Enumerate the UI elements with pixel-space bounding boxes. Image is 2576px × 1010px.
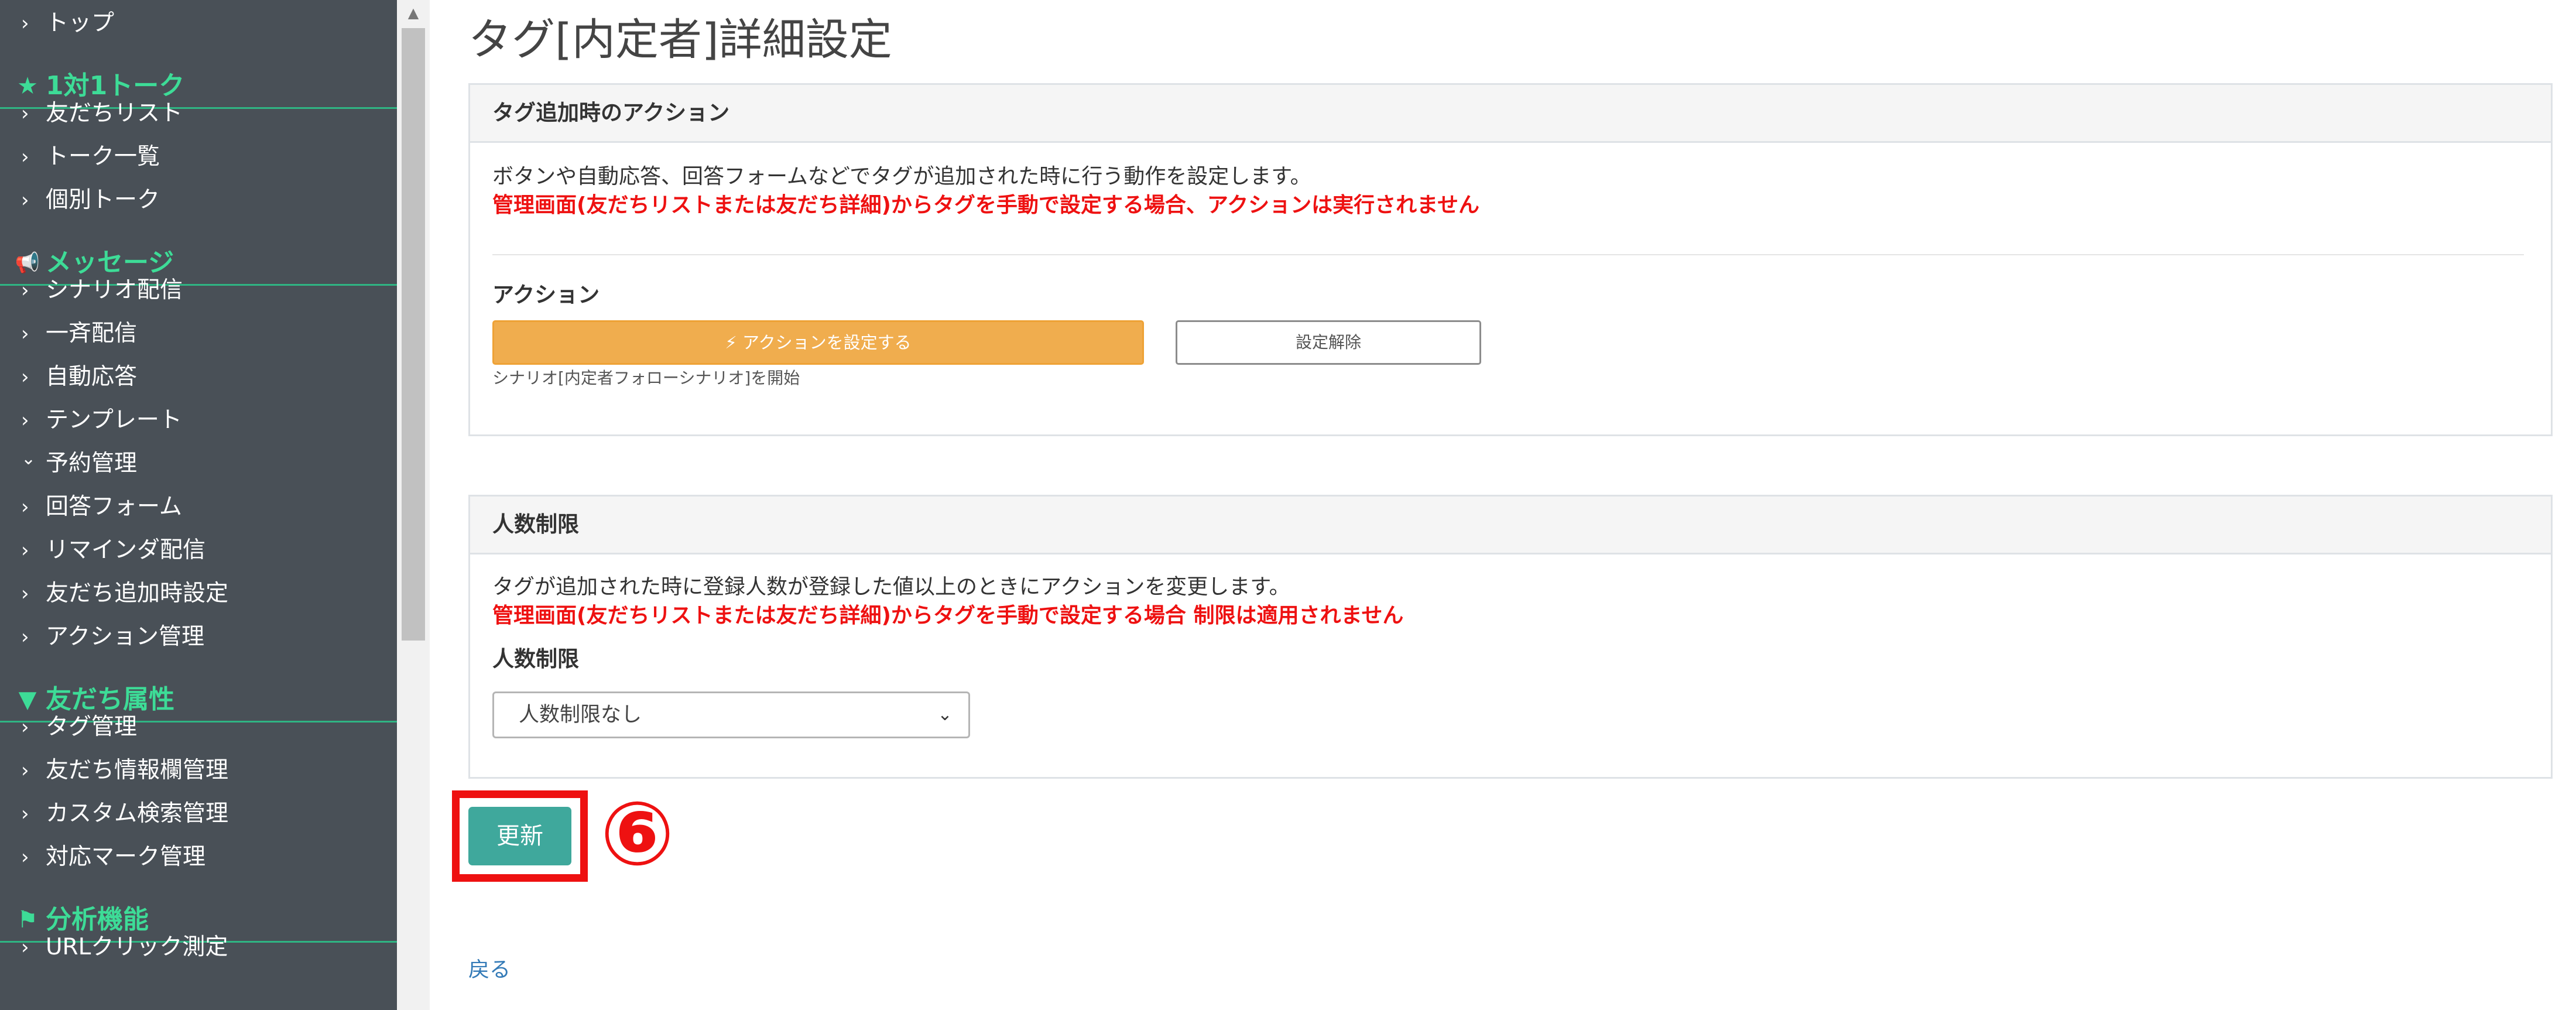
sidebar-item-9[interactable]: › テンプレート [0,402,397,439]
sidebar-label: 自動応答 [46,364,138,390]
sidebar-label: トーク一覧 [46,143,160,170]
limit-warning: 管理画面(友だちリストまたは友だち詳細)からタグを手動で設定する場合 制限は適用… [492,604,1404,628]
sidebar-item-18[interactable]: › カスタム検索管理 [0,796,397,832]
chevron-right-icon: › [21,495,29,519]
sidebar-item-7[interactable]: › 一斉配信 [0,316,397,352]
sidebar-label: アクション管理 [46,624,205,650]
sidebar-label: 回答フォーム [46,494,182,520]
set-action-button[interactable]: ⚡ アクションを設定する [492,320,1144,365]
chevron-right-icon: › [21,802,29,826]
main-content: タグ[内定者]詳細設定 タグ追加時のアクション ボタンや自動応答、回答フォームな… [430,0,2576,1010]
sidebar-label: 友だちリスト [46,100,183,126]
sidebar-label: テンプレート [46,407,182,433]
scrollbar[interactable]: ▲ [397,0,430,1010]
chevron-down-icon: ⌄ [21,448,36,469]
scroll-up-arrow-icon[interactable]: ▲ [397,0,430,26]
sidebar-item-0[interactable]: › トップ [0,5,397,42]
chevron-down-icon: ⌄ [937,704,953,725]
action-description: ボタンや自動応答、回答フォームなどでタグが追加された時に行う動作を設定します。 [492,165,1311,189]
chevron-right-icon: › [21,189,29,212]
limit-description: タグが追加された時に登録人数が登録した値以上のときにアクションを変更します。 [492,575,1290,599]
bolt-icon: ⚡ [725,333,737,352]
action-card-header: タグ追加時のアクション [470,85,2551,143]
action-card: タグ追加時のアクション ボタンや自動応答、回答フォームなどでタグが追加された時に… [468,83,2553,436]
chevron-right-icon: › [21,759,29,782]
action-warning: 管理画面(友だちリストまたは友だち詳細)からタグを手動で設定する場合、アクション… [492,193,1480,217]
chevron-right-icon: › [21,322,29,345]
sidebar-label: リマインダ配信 [46,537,206,563]
sidebar-item-6[interactable]: › シナリオ配信 [0,272,397,309]
sidebar-label: URLクリック測定 [46,934,228,960]
sidebar-item-10[interactable]: ⌄ 予約管理 [0,446,397,482]
sidebar-item-3[interactable]: › トーク一覧 [0,139,397,175]
action-label: アクション [492,282,600,307]
back-link[interactable]: 戻る [468,956,511,985]
sidebar-item-2[interactable]: › 友だちリスト [0,95,397,132]
sidebar-item-4[interactable]: › 個別トーク [0,182,397,218]
sidebar-label: 予約管理 [46,450,138,477]
page-title: タグ[内定者]詳細設定 [468,15,892,65]
chevron-right-icon: › [21,279,29,302]
sidebar-label: タグ管理 [46,714,138,740]
chevron-right-icon: › [21,12,29,35]
sidebar-item-17[interactable]: › 友だち情報欄管理 [0,752,397,789]
sidebar-label: 個別トーク [46,187,160,213]
sidebar-label: 友だち追加時設定 [46,580,229,607]
sidebar: › トップ ★ 1対1トーク › 友だちリスト › トーク一覧 › 個別トーク 📢 メッセージ › シナリ… [0,0,397,1010]
limit-card-header: 人数制限 [470,497,2551,554]
clear-setting-button[interactable]: 設定解除 [1176,320,1481,365]
chevron-right-icon: › [21,845,29,869]
sidebar-label: カスタム検索管理 [46,800,229,827]
scroll-thumb[interactable] [402,28,425,641]
limit-label: 人数制限 [492,646,579,672]
update-button[interactable]: 更新 [468,807,571,865]
chevron-right-icon: › [21,102,29,125]
sidebar-item-8[interactable]: › 自動応答 [0,359,397,395]
chevron-right-icon: › [21,145,29,169]
sidebar-item-14[interactable]: › アクション管理 [0,619,397,655]
chevron-right-icon: › [21,715,29,739]
step-marker: ⑥ [600,783,675,885]
sidebar-item-21[interactable]: › URLクリック測定 [0,929,397,966]
chevron-right-icon: › [21,409,29,432]
action-card-title: タグ追加時のアクション [492,100,730,125]
chevron-right-icon: › [21,936,29,959]
sidebar-label: トップ [46,10,115,36]
divider [492,254,2524,255]
limit-card: 人数制限 タグが追加された時に登録人数が登録した値以上のときにアクションを変更し… [468,495,2553,779]
sidebar-label: 対応マーク管理 [46,844,206,870]
chevron-right-icon: › [21,582,29,605]
limit-select-value: 人数制限なし [519,703,642,727]
sidebar-item-19[interactable]: › 対応マーク管理 [0,839,397,875]
sidebar-item-11[interactable]: › 回答フォーム [0,489,397,525]
sidebar-label: 一斉配信 [46,320,138,347]
limit-select[interactable]: 人数制限なし ⌄ [492,691,970,738]
chevron-right-icon: › [21,365,29,389]
chevron-right-icon: › [21,625,29,649]
sidebar-label: 友だち情報欄管理 [46,757,229,783]
limit-card-title: 人数制限 [492,512,579,537]
chevron-right-icon: › [21,539,29,562]
sidebar-item-16[interactable]: › タグ管理 [0,709,397,745]
sidebar-item-13[interactable]: › 友だち追加時設定 [0,576,397,612]
current-action-text: シナリオ[内定者フォローシナリオ]を開始 [492,368,800,388]
sidebar-label: シナリオ配信 [46,277,183,303]
sidebar-item-12[interactable]: › リマインダ配信 [0,532,397,569]
set-action-button-label: アクションを設定する [742,333,912,352]
